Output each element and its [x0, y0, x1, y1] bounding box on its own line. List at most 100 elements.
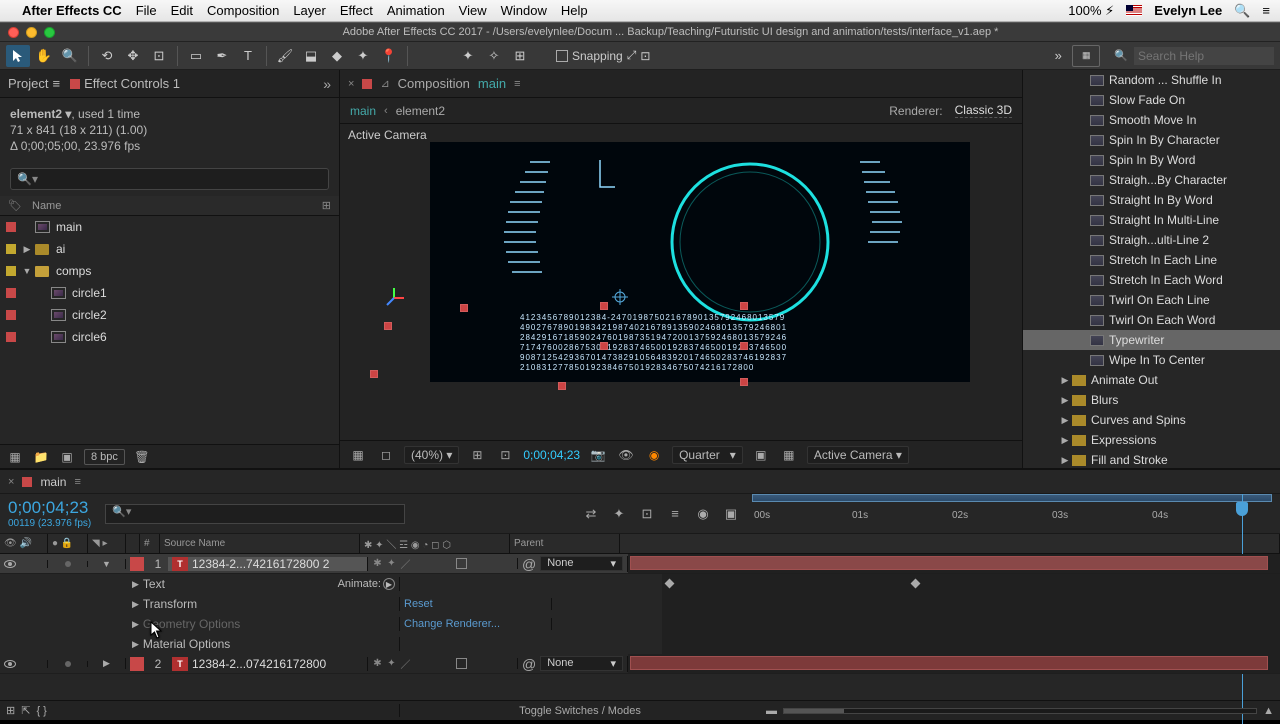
rotate-tool[interactable]: ⟲: [95, 45, 119, 67]
viewer-time[interactable]: 0;00;04;23: [523, 448, 580, 462]
3d-switch[interactable]: [456, 558, 467, 569]
workspace-icon[interactable]: ▦: [1072, 45, 1100, 67]
trash-icon[interactable]: 🗑: [133, 449, 151, 465]
preset-item[interactable]: Typewriter: [1023, 330, 1280, 350]
show-snapshot-icon[interactable]: 👁: [616, 446, 636, 464]
eye-icon[interactable]: [4, 560, 16, 568]
preset-item[interactable]: Straigh...ulti-Line 2: [1023, 230, 1280, 250]
project-item[interactable]: ▶ ai: [0, 238, 339, 260]
layer-name[interactable]: 12384-2...074216172800: [192, 657, 326, 671]
hand-tool[interactable]: ✋: [32, 45, 56, 67]
camera-tool[interactable]: ✥: [121, 45, 145, 67]
tab-project[interactable]: Project ≡: [8, 76, 60, 91]
pen-tool[interactable]: ✒: [210, 45, 234, 67]
user-name[interactable]: Evelyn Lee: [1154, 3, 1222, 18]
preset-item[interactable]: Straight In Multi-Line: [1023, 210, 1280, 230]
eye-icon[interactable]: [4, 660, 16, 668]
close-button[interactable]: [8, 27, 19, 38]
layer-row-2[interactable]: ▶ 2 T12384-2...074216172800 ✱ ✦ ／ @None▾: [0, 654, 1280, 674]
preset-item[interactable]: Wipe In To Center: [1023, 350, 1280, 370]
menu-window[interactable]: Window: [501, 3, 547, 18]
project-item[interactable]: circle1: [0, 282, 339, 304]
maximize-button[interactable]: [44, 27, 55, 38]
prop-text[interactable]: ▶TextAnimate: ▶: [0, 574, 1280, 594]
num-header[interactable]: #: [140, 534, 160, 553]
fx-switch[interactable]: [414, 558, 425, 569]
parent-select[interactable]: None▾: [540, 656, 623, 671]
roi-icon[interactable]: ⊡: [495, 446, 515, 464]
preset-folder[interactable]: ▶Animate Out: [1023, 370, 1280, 390]
twirl-icon[interactable]: ▼: [102, 559, 111, 569]
transparency-icon[interactable]: ▦: [779, 446, 799, 464]
project-item[interactable]: circle6: [0, 326, 339, 348]
source-name-header[interactable]: Source Name: [160, 534, 360, 553]
toggle-switches-modes[interactable]: Toggle Switches / Modes: [400, 705, 760, 717]
prop-geometry[interactable]: ▶Geometry Options Change Renderer...: [0, 614, 1280, 634]
preset-folder[interactable]: ▶Expressions: [1023, 430, 1280, 450]
time-ruler[interactable]: 00s 01s 02s 03s 04s: [752, 494, 1272, 534]
comp-tab-name[interactable]: main: [478, 76, 506, 91]
menu-animation[interactable]: Animation: [387, 3, 445, 18]
pickwhip-icon[interactable]: @: [522, 656, 536, 672]
flag-icon[interactable]: [1126, 5, 1142, 16]
renderer-value[interactable]: Classic 3D: [955, 103, 1012, 118]
comp-mini-flow-icon[interactable]: ⇄: [582, 505, 600, 523]
composition-viewer[interactable]: Active Camera: [340, 124, 1022, 440]
preset-folder[interactable]: ▶Curves and Spins: [1023, 410, 1280, 430]
preset-item[interactable]: Twirl On Each Line: [1023, 290, 1280, 310]
layer-label-swatch[interactable]: [130, 657, 144, 671]
interpret-icon[interactable]: ▦: [6, 449, 24, 465]
toggle-alpha-icon[interactable]: ◻: [376, 446, 396, 464]
breadcrumb-main[interactable]: main: [350, 104, 376, 118]
close-tab-icon[interactable]: ×: [348, 78, 354, 90]
change-renderer-link[interactable]: Change Renderer...: [400, 618, 552, 630]
zoom-tool[interactable]: 🔍: [58, 45, 82, 67]
layer-row-1[interactable]: ▼ 1 T12384-2...74216172800 2 ✱ ✦ ／ @None…: [0, 554, 1280, 574]
quality-switch[interactable]: ／: [400, 658, 411, 669]
color-mgmt-icon[interactable]: ◉: [644, 446, 664, 464]
parent-header[interactable]: Parent: [510, 534, 620, 553]
panel-menu-icon[interactable]: ≡: [514, 78, 520, 90]
preset-item[interactable]: Twirl On Each Word: [1023, 310, 1280, 330]
project-item[interactable]: main: [0, 216, 339, 238]
menu-extra-icon[interactable]: ≡: [1262, 3, 1270, 18]
menu-effect[interactable]: Effect: [340, 3, 373, 18]
close-timeline-tab-icon[interactable]: ×: [8, 476, 14, 488]
blur-switch[interactable]: [428, 558, 439, 569]
project-item[interactable]: circle2: [0, 304, 339, 326]
preset-item[interactable]: Spin In By Word: [1023, 150, 1280, 170]
toggle-switches-icon[interactable]: ⊞: [6, 704, 15, 717]
snapping-opt1-icon[interactable]: ⤢: [627, 48, 637, 63]
search-help-input[interactable]: [1134, 47, 1274, 65]
grid-icon[interactable]: ▦: [348, 446, 368, 464]
brush-tool[interactable]: 🖌: [273, 45, 297, 67]
shy-icon[interactable]: ⊡: [638, 505, 656, 523]
snapping-checkbox[interactable]: [556, 50, 568, 62]
motion-blur-icon[interactable]: ◉: [694, 505, 712, 523]
brackets-icon[interactable]: { }: [36, 705, 46, 717]
pan-behind-tool[interactable]: ⊡: [147, 45, 171, 67]
zoom-out-icon[interactable]: ▬: [766, 705, 777, 717]
view-axis-icon[interactable]: ⊞: [508, 45, 532, 67]
quality-select[interactable]: Quarter ▾: [672, 446, 743, 464]
menu-layer[interactable]: Layer: [293, 3, 326, 18]
bpc-button[interactable]: 8 bpc: [84, 449, 125, 465]
type-tool[interactable]: T: [236, 45, 260, 67]
rect-tool[interactable]: ▭: [184, 45, 208, 67]
menu-edit[interactable]: Edit: [171, 3, 193, 18]
preset-item[interactable]: Random ... Shuffle In: [1023, 70, 1280, 90]
name-column-header[interactable]: Name: [32, 200, 61, 212]
parent-select[interactable]: None▾: [540, 556, 623, 571]
tab-effect-controls[interactable]: Effect Controls 1: [70, 76, 180, 91]
layer-label-swatch[interactable]: [130, 557, 144, 571]
snapping-opt2-icon[interactable]: ⊡: [640, 49, 650, 63]
adj-switch[interactable]: [442, 558, 453, 569]
menu-view[interactable]: View: [459, 3, 487, 18]
thumb-toggle-icon[interactable]: ⊞: [322, 199, 331, 212]
minimize-button[interactable]: [26, 27, 37, 38]
project-search[interactable]: 🔍▾: [10, 168, 329, 190]
eraser-tool[interactable]: ◆: [325, 45, 349, 67]
timeline-search[interactable]: 🔍▾: [105, 504, 405, 524]
stamp-tool[interactable]: ⬓: [299, 45, 323, 67]
world-axis-icon[interactable]: ✧: [482, 45, 506, 67]
